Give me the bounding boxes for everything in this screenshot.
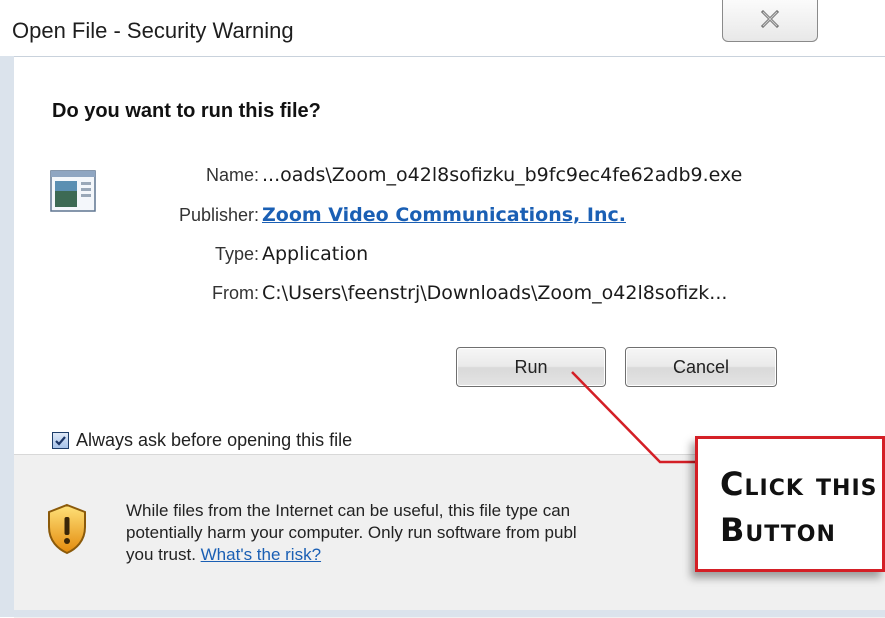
- callout-line-1: Click this: [720, 465, 878, 503]
- instruction-callout: Click this Button: [695, 436, 885, 572]
- callout-text: Click this Button: [720, 461, 877, 553]
- callout-line-2: Button: [720, 511, 836, 549]
